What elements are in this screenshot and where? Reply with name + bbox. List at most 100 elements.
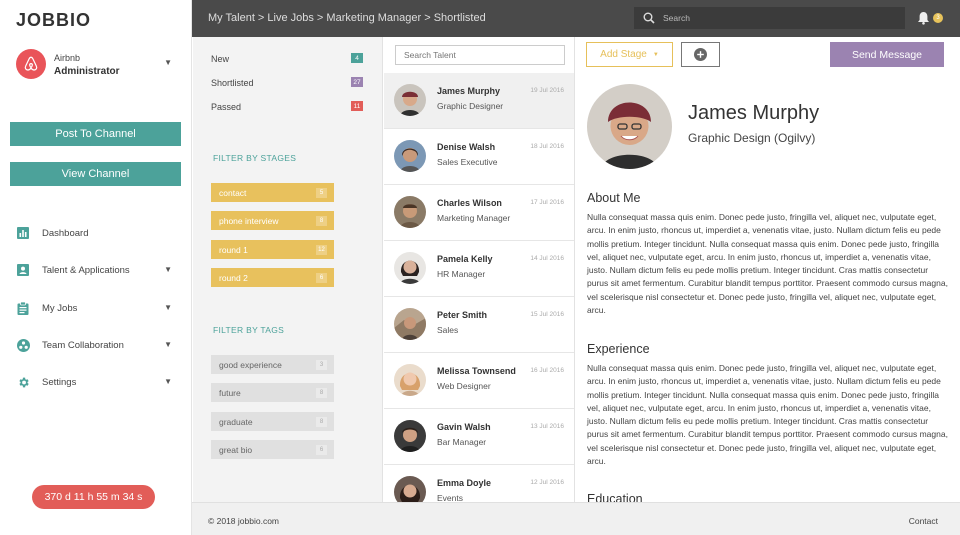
talent-search-input[interactable] [395,45,565,65]
tag-label: good experience [219,359,282,370]
status-label: Passed [211,102,242,112]
sidebar-item-talent[interactable]: Talent & Applications ▼ [16,261,176,279]
logo[interactable]: JOBBIO [16,10,91,31]
search-icon [643,12,655,24]
add-button[interactable] [681,42,720,67]
top-bar: My Talent > Live Jobs > Marketing Manage… [192,0,960,37]
contact-link[interactable]: Contact [909,516,938,526]
breadcrumb[interactable]: My Talent > Live Jobs > Marketing Manage… [208,12,486,24]
talent-row[interactable]: Gavin Walsh Bar Manager 13 Jul 2016 [384,409,574,465]
copyright: © 2018 jobbio.com [208,516,280,526]
tag-count: 3 [316,360,327,370]
talent-row[interactable]: Pamela Kelly HR Manager 14 Jul 2016 [384,241,574,297]
tag-filter-pill[interactable]: great bio 6 [211,440,334,459]
plus-circle-icon [694,48,707,61]
search-input[interactable]: Search [663,13,690,23]
talent-row[interactable]: Denise Walsh Sales Executive 18 Jul 2016 [384,129,574,185]
talent-row[interactable]: Melissa Townsend Web Designer 16 Jul 201… [384,353,574,409]
talent-date: 13 Jul 2016 [530,423,564,430]
avatar [394,84,426,116]
talent-row[interactable]: Peter Smith Sales 15 Jul 2016 [384,297,574,353]
talent-role: Sales Executive [437,157,498,167]
talent-row[interactable]: James Murphy Graphic Designer 19 Jul 201… [384,73,574,129]
chevron-down-icon: ▼ [164,265,172,274]
talent-date: 19 Jul 2016 [530,87,564,94]
talent-name: Peter Smith [437,310,488,320]
sidebar: JOBBIO Airbnb Administrator ▼ Post To Ch… [0,0,192,535]
talent-role: Web Designer [437,381,491,391]
sidebar-item-my-jobs[interactable]: My Jobs ▼ [16,299,176,317]
avatar [394,364,426,396]
account-role: Administrator [54,66,120,77]
gear-icon [16,375,30,389]
talent-role: Bar Manager [437,437,487,447]
about-heading: About Me [587,191,641,205]
talent-date: 17 Jul 2016 [530,199,564,206]
tag-count: 8 [316,417,327,427]
talent-name: Pamela Kelly [437,254,493,264]
bell-icon[interactable] [917,11,931,25]
talent-role: Marketing Manager [437,213,511,223]
stage-filter-pill[interactable]: round 1 12 [211,240,334,259]
talent-name: Melissa Townsend [437,366,516,376]
add-stage-button[interactable]: Add Stage ▼ [586,42,673,67]
talent-name: Charles Wilson [437,198,502,208]
stage-count: 5 [316,188,327,198]
tag-label: great bio [219,444,253,455]
chevron-down-icon: ▼ [164,303,172,312]
stage-label: round 2 [219,272,248,283]
talent-list: James Murphy Graphic Designer 19 Jul 201… [384,37,575,502]
avatar [394,140,426,172]
talent-role: Graphic Designer [437,101,504,111]
account-switcher[interactable]: Airbnb Administrator ▼ [16,49,176,81]
bar-chart-icon [16,226,30,240]
status-filter-shortlisted[interactable]: Shortlisted 27 [211,76,363,90]
talent-row[interactable]: Charles Wilson Marketing Manager 17 Jul … [384,185,574,241]
status-filter-passed[interactable]: Passed 11 [211,100,363,114]
tag-filter-pill[interactable]: future 8 [211,383,334,402]
about-text: Nulla consequat massa quis enim. Donec p… [587,212,948,316]
sidebar-item-dashboard[interactable]: Dashboard [16,224,176,242]
account-company: Airbnb [54,53,81,63]
talent-row[interactable]: Emma Doyle Events 12 Jul 2016 [384,465,574,502]
tag-label: future [219,387,241,398]
stage-filter-pill[interactable]: round 2 6 [211,268,334,287]
status-count-badge: 4 [351,53,363,63]
status-filter-new[interactable]: New 4 [211,52,363,66]
filter-tags-heading: FILTER BY TAGS [213,325,285,335]
tag-filter-pill[interactable]: good experience 3 [211,355,334,374]
footer: © 2018 jobbio.com Contact [192,502,960,535]
avatar [394,252,426,284]
talent-name: Emma Doyle [437,478,492,488]
profile-name: James Murphy [688,102,820,124]
talent-name: Denise Walsh [437,142,496,152]
stage-count: 12 [316,245,327,255]
stage-label: contact [219,187,247,198]
status-count-badge: 27 [351,77,363,87]
clipboard-icon [16,301,30,315]
talent-date: 14 Jul 2016 [530,255,564,262]
add-stage-label: Add Stage [600,49,647,60]
talent-date: 18 Jul 2016 [530,143,564,150]
tag-count: 8 [316,388,327,398]
stage-filter-pill[interactable]: phone interview 8 [211,211,334,230]
talent-date: 16 Jul 2016 [530,367,564,374]
id-card-icon [16,263,30,277]
airbnb-logo-icon [16,49,46,79]
post-to-channel-button[interactable]: Post To Channel [10,122,181,146]
sidebar-item-label: Team Collaboration [42,339,124,351]
avatar [394,420,426,452]
status-count-badge: 11 [351,101,363,111]
send-message-button[interactable]: Send Message [830,42,944,67]
tag-label: graduate [219,416,253,427]
chevron-down-icon: ▼ [652,51,659,58]
tag-filter-pill[interactable]: graduate 8 [211,412,334,431]
view-channel-button[interactable]: View Channel [10,162,181,186]
sidebar-item-label: Settings [42,376,77,388]
team-icon [16,338,30,352]
sidebar-item-team-collaboration[interactable]: Team Collaboration ▼ [16,336,176,354]
sidebar-item-settings[interactable]: Settings ▼ [16,373,176,391]
talent-role: Sales [437,325,459,335]
global-search[interactable]: Search [634,7,905,29]
stage-filter-pill[interactable]: contact 5 [211,183,334,202]
